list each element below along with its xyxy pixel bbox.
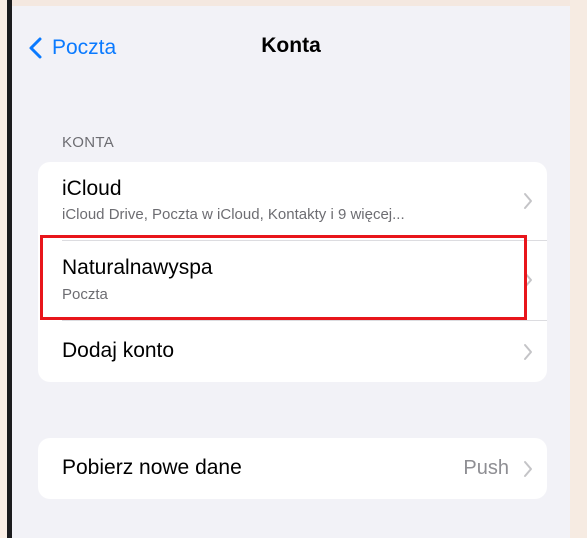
- add-account-label: Dodaj konto: [62, 339, 175, 362]
- add-account-row[interactable]: Dodaj konto: [38, 321, 547, 382]
- fetch-mode-value: Push: [463, 457, 509, 479]
- account-row-icloud[interactable]: iCloud iCloud Drive, Poczta w iCloud, Ko…: [38, 162, 547, 240]
- chevron-right-icon: [524, 193, 532, 209]
- navigation-bar: Poczta Konta: [12, 6, 570, 84]
- fetch-new-data-label: Pobierz nowe dane: [62, 456, 242, 479]
- settings-screen: Poczta Konta KONTA iCloud iCloud Drive, …: [12, 6, 570, 538]
- fetch-group: Pobierz nowe dane Push: [38, 438, 547, 499]
- chevron-right-icon: [524, 461, 532, 477]
- account-subtitle: iCloud Drive, Poczta w iCloud, Kontakty …: [62, 206, 405, 223]
- section-header-accounts: KONTA: [62, 134, 115, 151]
- outer-frame-right: [570, 0, 587, 538]
- fetch-new-data-row[interactable]: Pobierz nowe dane Push: [38, 438, 547, 499]
- account-subtitle: Poczta: [62, 286, 108, 303]
- chevron-right-icon: [524, 344, 532, 360]
- accounts-group: iCloud iCloud Drive, Poczta w iCloud, Ko…: [38, 162, 547, 382]
- page-title: Konta: [261, 34, 321, 57]
- account-title: Naturalnawyspa: [62, 256, 213, 279]
- chevron-right-icon: [524, 272, 532, 288]
- account-title: iCloud: [62, 177, 122, 200]
- account-row-naturalnawyspa[interactable]: Naturalnawyspa Poczta: [38, 241, 547, 319]
